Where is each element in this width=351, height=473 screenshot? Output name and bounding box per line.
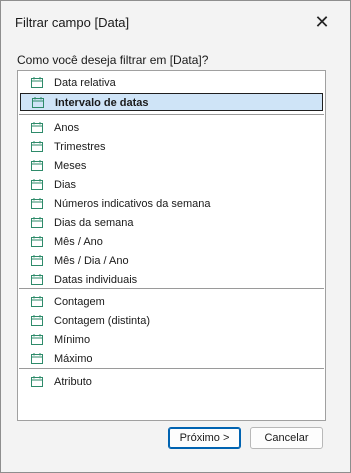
calendar-icon — [31, 77, 43, 88]
filter-field-dialog: Filtrar campo [Data] ✕ Como você deseja … — [0, 0, 351, 473]
list-item-label: Atributo — [54, 376, 92, 388]
list-item[interactable]: Data relativa — [20, 74, 323, 92]
list-item-label: Mês / Ano — [54, 236, 103, 248]
list-item-label: Contagem (distinta) — [54, 315, 150, 327]
calendar-icon — [31, 122, 43, 133]
list-item-label: Data relativa — [54, 77, 116, 89]
list-item-label: Dias da semana — [54, 217, 134, 229]
cancel-button-label: Cancelar — [264, 432, 309, 444]
calendar-icon — [31, 217, 43, 228]
list-item-label: Trimestres — [54, 141, 106, 153]
calendar-icon — [31, 179, 43, 190]
list-item[interactable]: Anos — [20, 119, 323, 137]
list-item[interactable]: Contagem (distinta) — [20, 312, 323, 330]
list-item[interactable]: Dias da semana — [20, 214, 323, 232]
calendar-icon — [31, 198, 43, 209]
calendar-icon — [32, 97, 44, 108]
title-bar: Filtrar campo [Data] ✕ — [1, 1, 350, 45]
next-button-label: Próximo > — [179, 432, 230, 444]
list-item[interactable]: Dias — [20, 176, 323, 194]
list-item-label: Contagem — [54, 296, 105, 308]
calendar-icon — [31, 274, 43, 285]
calendar-icon — [31, 353, 43, 364]
list-separator — [19, 114, 324, 115]
list-item-label: Máximo — [54, 353, 93, 365]
calendar-icon — [31, 315, 43, 326]
calendar-icon — [31, 376, 43, 387]
list-item[interactable]: Números indicativos da semana — [20, 195, 323, 213]
list-item[interactable]: Meses — [20, 157, 323, 175]
calendar-icon — [31, 334, 43, 345]
list-item[interactable]: Máximo — [20, 350, 323, 368]
list-separator — [19, 368, 324, 369]
list-item[interactable]: Mínimo — [20, 331, 323, 349]
list-item-label: Anos — [54, 122, 80, 134]
calendar-icon — [31, 141, 43, 152]
list-item[interactable]: Mês / Ano — [20, 233, 323, 251]
list-item-label: Meses — [54, 160, 87, 172]
close-button[interactable]: ✕ — [307, 7, 337, 37]
list-item-label: Mês / Dia / Ano — [54, 255, 129, 267]
calendar-icon — [31, 160, 43, 171]
list-item[interactable]: Datas individuais — [20, 271, 323, 289]
list-item-label: Números indicativos da semana — [54, 198, 211, 210]
filter-prompt: Como você deseja filtrar em [Data]? — [17, 53, 209, 67]
cancel-button[interactable]: Cancelar — [250, 427, 323, 449]
calendar-icon — [31, 296, 43, 307]
list-item[interactable]: Trimestres — [20, 138, 323, 156]
list-separator — [19, 288, 324, 289]
list-item[interactable]: Atributo — [20, 373, 323, 391]
list-item-label: Mínimo — [54, 334, 91, 346]
list-item[interactable]: Contagem — [20, 293, 323, 311]
calendar-icon — [31, 255, 43, 266]
list-item[interactable]: Intervalo de datas — [20, 93, 323, 111]
list-item-label: Dias — [54, 179, 77, 191]
list-item[interactable]: Mês / Dia / Ano — [20, 252, 323, 270]
next-button[interactable]: Próximo > — [168, 427, 241, 449]
filter-type-list[interactable]: Data relativa Intervalo de datas Anos Trime… — [17, 70, 326, 421]
close-icon: ✕ — [314, 11, 330, 32]
dialog-title: Filtrar campo [Data] — [15, 15, 130, 30]
list-item-label: Intervalo de datas — [55, 97, 149, 109]
list-item-label: Datas individuais — [54, 274, 138, 286]
calendar-icon — [31, 236, 43, 247]
